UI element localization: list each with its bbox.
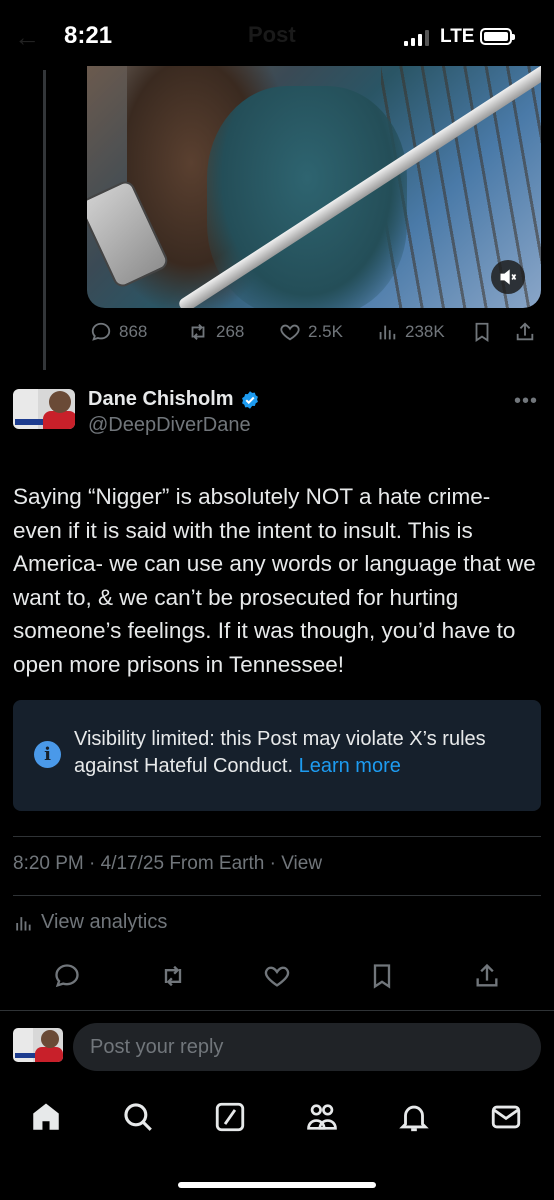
header-title: Post <box>248 22 296 47</box>
parent-post-actions: 868 268 2.5K 238K <box>87 318 541 348</box>
like-count: 2.5K <box>308 322 343 341</box>
status-bar: ← Post 8:21 LTE <box>0 0 554 70</box>
more-options-icon[interactable]: ••• <box>514 390 538 413</box>
status-time: 8:21 <box>64 22 113 49</box>
thread-connector <box>43 70 46 370</box>
visibility-notice: i Visibility limited: this Post may viol… <box>13 700 541 811</box>
view-count: 238K <box>405 322 445 341</box>
repost-icon[interactable] <box>159 962 187 990</box>
info-icon: i <box>34 741 61 768</box>
communities-icon[interactable] <box>305 1100 339 1134</box>
messages-icon[interactable] <box>489 1100 523 1134</box>
back-arrow-icon[interactable]: ← <box>14 22 40 53</box>
visibility-notice-text: Visibility limited: this Post may violat… <box>74 728 486 777</box>
bookmark-button[interactable] <box>471 321 493 343</box>
analytics-icon <box>379 325 396 340</box>
learn-more-link[interactable]: Learn more <box>299 755 401 777</box>
verified-badge-icon <box>241 390 258 409</box>
reply-icon[interactable] <box>53 962 81 990</box>
home-icon[interactable] <box>29 1100 63 1134</box>
network-label: LTE <box>440 26 475 47</box>
heart-icon[interactable] <box>263 962 291 990</box>
view-analytics-label: View analytics <box>41 911 168 933</box>
grok-icon[interactable] <box>213 1100 247 1134</box>
divider <box>13 895 541 896</box>
repost-button[interactable]: 268 <box>187 321 244 343</box>
share-icon <box>516 322 534 341</box>
speaker-mute-icon[interactable] <box>491 260 525 294</box>
share-icon[interactable] <box>473 962 501 990</box>
divider <box>13 836 541 837</box>
avatar[interactable] <box>13 389 75 429</box>
bookmark-icon <box>475 322 489 342</box>
home-indicator <box>178 1182 376 1188</box>
heart-icon <box>280 324 300 341</box>
notifications-icon[interactable] <box>397 1100 431 1134</box>
reply-count: 868 <box>119 322 148 341</box>
bookmark-icon[interactable] <box>368 962 396 990</box>
post-meta[interactable]: 8:20 PM · 4/17/25 From Earth · View <box>13 853 322 875</box>
post-actions <box>0 955 554 995</box>
analytics-icon <box>16 916 31 930</box>
reply-input[interactable] <box>73 1023 541 1071</box>
signal-icon <box>404 30 429 46</box>
view-analytics-link[interactable]: View analytics <box>13 911 167 934</box>
author-name-row[interactable]: Dane Chisholm <box>88 388 260 411</box>
repost-icon <box>191 324 205 340</box>
avatar <box>13 1028 63 1062</box>
views-button[interactable]: 238K <box>376 321 445 343</box>
share-button[interactable] <box>514 321 536 343</box>
repost-count: 268 <box>216 322 245 341</box>
post-body: Saying “Nigger” is absolutely NOT a hate… <box>13 484 536 677</box>
author-name: Dane Chisholm <box>88 388 234 410</box>
reply-icon <box>91 322 111 341</box>
like-button[interactable]: 2.5K <box>279 321 343 343</box>
author-handle[interactable]: @DeepDiverDane <box>88 414 251 437</box>
reply-button[interactable]: 868 <box>90 321 147 343</box>
battery-icon <box>480 28 515 45</box>
search-icon[interactable] <box>121 1100 155 1134</box>
post-video[interactable] <box>87 66 541 308</box>
